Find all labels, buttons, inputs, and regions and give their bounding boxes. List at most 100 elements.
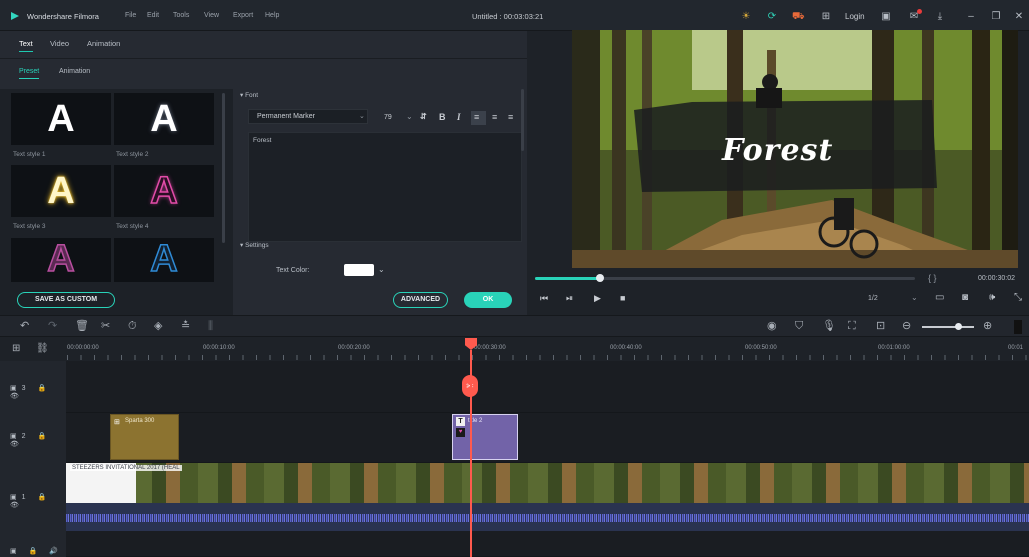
cut-icon[interactable]: ✂ [101, 320, 110, 333]
download-icon[interactable]: ⤓ [934, 11, 946, 22]
track-2-controls[interactable]: ▣2 🔒 👁 [10, 432, 66, 448]
snapshot-icon[interactable]: ◙ [962, 292, 968, 303]
text-style-4[interactable]: A [114, 165, 214, 217]
settings-scrollbar[interactable] [521, 89, 524, 151]
text-color-label: Text Color: [276, 267, 310, 274]
zoom-ratio-select[interactable]: 1/2 [868, 295, 878, 302]
play-icon[interactable]: ▶ [594, 293, 601, 304]
subtab-preset[interactable]: Preset [19, 68, 40, 79]
volume-icon[interactable]: 🕪 [989, 292, 995, 303]
audio-wave-icon[interactable]: ⫼ [208, 320, 213, 333]
ruler-tick: 00:00:30:00 [474, 345, 506, 351]
undo-icon[interactable]: ↶ [20, 320, 29, 333]
tab-animation[interactable]: Animation [87, 39, 120, 48]
menu-edit[interactable]: Edit [147, 12, 159, 19]
cart-icon[interactable]: ⛟ [792, 11, 805, 22]
step-play-icon[interactable]: ⏯ [566, 293, 573, 304]
text-style-5[interactable]: A [11, 237, 111, 282]
speed-icon[interactable]: ⏱ [128, 320, 137, 333]
shield-icon[interactable]: ⛉ [795, 320, 803, 333]
subtab-animation[interactable]: Animation [59, 68, 90, 75]
refresh-icon[interactable]: ⟳ [766, 11, 778, 22]
menu-view[interactable]: View [204, 12, 219, 19]
ok-button[interactable]: OK [464, 292, 512, 308]
font-section-header[interactable]: ▾ Font [240, 91, 258, 99]
audio-track-controls[interactable]: ▣ 🔒 🔊 [10, 547, 63, 555]
delete-icon[interactable]: 🗑 [75, 320, 89, 333]
forest-overlay-title[interactable]: Forest [722, 133, 833, 168]
menu-tools[interactable]: Tools [173, 12, 189, 19]
login-link[interactable]: Login [845, 12, 865, 21]
zoom-slider-knob[interactable] [955, 323, 962, 330]
text-style-6[interactable]: A [114, 237, 214, 282]
track-3-controls[interactable]: ▣3 🔒 👁 [10, 384, 66, 400]
font-size-chevron-icon[interactable]: ⌄ [406, 112, 413, 121]
preview-progress-track[interactable] [535, 274, 915, 282]
zoom-in-icon[interactable]: ⊕ [983, 320, 992, 333]
track-1-controls[interactable]: ▣1 🔒 👁 [10, 493, 66, 509]
prev-frame-icon[interactable]: ⏮ [540, 293, 548, 304]
advanced-button[interactable]: ADVANCED [393, 292, 448, 308]
settings-section-header[interactable]: ▾ Settings [240, 241, 269, 249]
redo-icon[interactable]: ↷ [48, 320, 57, 333]
keyframe-icon[interactable]: ◈ [154, 320, 162, 333]
text-style-3-label: Text style 3 [13, 223, 46, 230]
align-left-icon[interactable]: ≡ [474, 112, 479, 122]
subtitle-icon[interactable]: ⊡ [876, 320, 885, 333]
font-size-value[interactable]: 79 [384, 114, 392, 121]
timeline-ruler[interactable]: ⊞ ⛓ 00:00:00:00 00:00:10:00 00:00:20:00 … [0, 337, 1029, 361]
tab-text[interactable]: Text [19, 39, 33, 52]
title-clip[interactable]: T ♥ title 2 [452, 414, 518, 460]
chevron-down-icon: ⌄ [359, 113, 365, 120]
style-grid-scrollbar[interactable] [222, 93, 225, 243]
menu-file[interactable]: File [125, 12, 136, 19]
render-icon[interactable]: ◉ [767, 320, 777, 333]
gift-icon[interactable]: ⊞ [820, 11, 832, 22]
italic-icon[interactable]: I [457, 112, 461, 122]
color-chevron-icon[interactable]: ⌄ [378, 265, 385, 274]
text-style-3[interactable]: A [11, 165, 111, 217]
title-clip-effect-icon: ♥ [456, 428, 465, 437]
ruler-tick: 00:00:40:00 [610, 345, 642, 351]
text-style-1[interactable]: A [11, 93, 111, 145]
font-family-select[interactable]: Permanent Marker ⌄ [248, 109, 368, 124]
sparta-clip[interactable]: ⊞ Sparta 300 [110, 414, 179, 460]
menu-export[interactable]: Export [233, 12, 253, 19]
close-icon[interactable]: ✕ [1013, 11, 1025, 22]
panel-toggle-icon[interactable] [1014, 320, 1022, 334]
mark-brackets[interactable]: { } [928, 273, 937, 283]
preview-scrubber[interactable] [595, 274, 604, 282]
align-right-icon[interactable]: ≡ [508, 112, 513, 122]
mic-icon[interactable]: 🎙 [822, 320, 836, 333]
add-track-icon[interactable]: ⊞ [12, 343, 20, 354]
text-color-swatch[interactable] [344, 264, 374, 276]
link-icon[interactable]: ⛓ [36, 343, 49, 354]
line-spacing-icon[interactable]: ⇵ [420, 112, 427, 121]
track-row-audio[interactable] [66, 531, 1029, 557]
main-video-clip[interactable]: STEEZERS INVITATIONAL 2017 (HEAL [66, 463, 1029, 503]
preview-progress-fill [535, 277, 600, 280]
text-content-input[interactable]: Forest [248, 132, 522, 242]
monitor-icon[interactable]: ▭ [935, 292, 944, 303]
adjust-icon[interactable]: ≛ [181, 320, 190, 333]
save-icon[interactable]: ▣ [880, 11, 892, 22]
fullscreen-icon[interactable]: ⤡ [1014, 292, 1022, 303]
audio-waveform[interactable] [66, 503, 1029, 531]
clip-marker-icon[interactable]: ⛶ [848, 320, 856, 333]
minimize-icon[interactable]: – [965, 11, 977, 22]
track-3-label: 3 [21, 385, 31, 392]
stop-icon[interactable]: ■ [620, 293, 625, 303]
save-as-custom-button[interactable]: SAVE AS CUSTOM [17, 292, 115, 308]
bold-icon[interactable]: B [439, 112, 446, 122]
track-row-2[interactable] [66, 413, 1029, 463]
maximize-icon[interactable]: ❐ [990, 11, 1002, 22]
menu-help[interactable]: Help [265, 12, 279, 19]
zoom-out-icon[interactable]: ⊖ [902, 320, 911, 333]
zoom-slider[interactable] [922, 326, 974, 328]
align-center-icon[interactable]: ≡ [492, 112, 497, 122]
track-row-3[interactable] [66, 361, 1029, 413]
bulb-icon[interactable]: ☀ [740, 11, 752, 22]
zoom-chevron-icon[interactable]: ⌄ [911, 293, 918, 302]
text-style-2[interactable]: A [114, 93, 214, 145]
tab-video[interactable]: Video [50, 39, 69, 48]
